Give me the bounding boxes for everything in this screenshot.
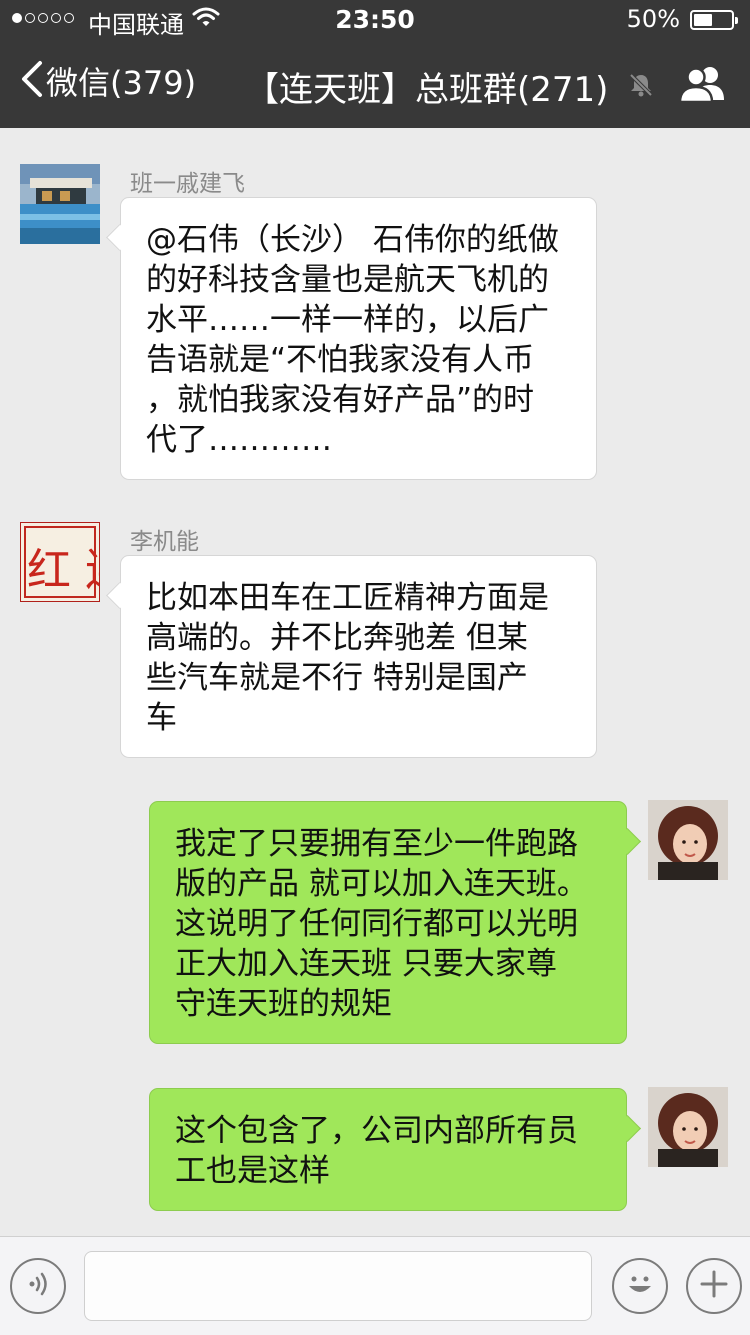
more-button[interactable] xyxy=(686,1258,742,1314)
chat-title: 【连天班】总班群(271) xyxy=(245,70,609,110)
message-line: 代了………… xyxy=(146,422,332,458)
top-bar: 中国联通 23:50 50% 微信(379) 【连天班】总班群(271) xyxy=(0,0,750,128)
battery-level xyxy=(694,14,712,26)
message-line: 正大加入连天班 只要大家尊 xyxy=(175,946,557,982)
message-line: 我定了只要拥有至少一件跑路 xyxy=(175,826,578,862)
message-line: 版的产品 就可以加入连天班。 xyxy=(175,866,588,902)
avatar-self[interactable] xyxy=(648,800,728,880)
message-line: 的好科技含量也是航天飞机的 xyxy=(146,262,549,298)
avatar-sender-1[interactable] xyxy=(20,164,100,244)
message-line: 这说明了任何同行都可以光明 xyxy=(175,906,578,942)
message-line: 告语就是“不怕我家没有人币 xyxy=(146,342,535,378)
sender-name: 李机能 xyxy=(130,529,199,555)
avatar-portrait-image xyxy=(648,800,728,880)
message-bubble-incoming[interactable]: @石伟（长沙） 石伟你的纸做 的好科技含量也是航天飞机的 水平……一样一样的，以… xyxy=(120,197,597,480)
voice-icon xyxy=(23,1269,53,1303)
nav-bar: 微信(379) 【连天班】总班群(271) xyxy=(0,40,750,128)
back-button[interactable]: 微信(379) xyxy=(18,58,196,104)
back-label: 微信(379) xyxy=(46,64,197,102)
emoji-icon xyxy=(622,1266,658,1306)
avatar-sender-2[interactable]: 红 连天 xyxy=(20,522,100,602)
message-line: @石伟（长沙） 石伟你的纸做 xyxy=(146,222,559,258)
message-line: 守连天班的规矩 xyxy=(175,986,392,1022)
message-line: 工也是这样 xyxy=(175,1153,330,1189)
message-line: 水平……一样一样的，以后广 xyxy=(146,302,549,338)
avatar-calligraphy-image: 红 连天 xyxy=(24,526,99,598)
plus-icon xyxy=(698,1268,730,1304)
avatar-villa-image xyxy=(20,164,100,244)
message-line: 车 xyxy=(146,700,177,736)
input-bar xyxy=(0,1236,750,1335)
mute-bell-icon xyxy=(628,72,654,102)
message-line: ，就怕我家没有好产品”的时 xyxy=(146,382,535,418)
message-input[interactable] xyxy=(84,1251,592,1321)
message-bubble-outgoing[interactable]: 我定了只要拥有至少一件跑路 版的产品 就可以加入连天班。 这说明了任何同行都可以… xyxy=(149,801,627,1044)
message-line: 比如本田车在工匠精神方面是 xyxy=(146,580,549,616)
message-line: 些汽车就是不行 特别是国产 xyxy=(146,660,528,696)
message-bubble-outgoing[interactable]: 这个包含了，公司内部所有员 工也是这样 xyxy=(149,1088,627,1211)
group-members-button[interactable] xyxy=(678,64,726,108)
message-bubble-incoming[interactable]: 比如本田车在工匠精神方面是 高端的。并不比奔驰差 但某 些汽车就是不行 特别是国… xyxy=(120,555,597,758)
chevron-left-icon xyxy=(18,59,44,103)
sender-name: 班一戚建飞 xyxy=(130,171,245,197)
message-line: 这个包含了，公司内部所有员 xyxy=(175,1113,578,1149)
avatar-glyph-hong: 红 连天 xyxy=(27,545,99,596)
group-members-icon xyxy=(678,67,726,108)
emoji-button[interactable] xyxy=(612,1258,668,1314)
message-line: 高端的。并不比奔驰差 但某 xyxy=(146,620,528,656)
status-bar: 中国联通 23:50 50% xyxy=(0,0,750,40)
avatar-self[interactable] xyxy=(648,1087,728,1167)
avatar-portrait-image xyxy=(648,1087,728,1167)
voice-button[interactable] xyxy=(10,1258,66,1314)
battery-icon xyxy=(690,10,738,30)
battery-percentage: 50% xyxy=(626,5,680,33)
